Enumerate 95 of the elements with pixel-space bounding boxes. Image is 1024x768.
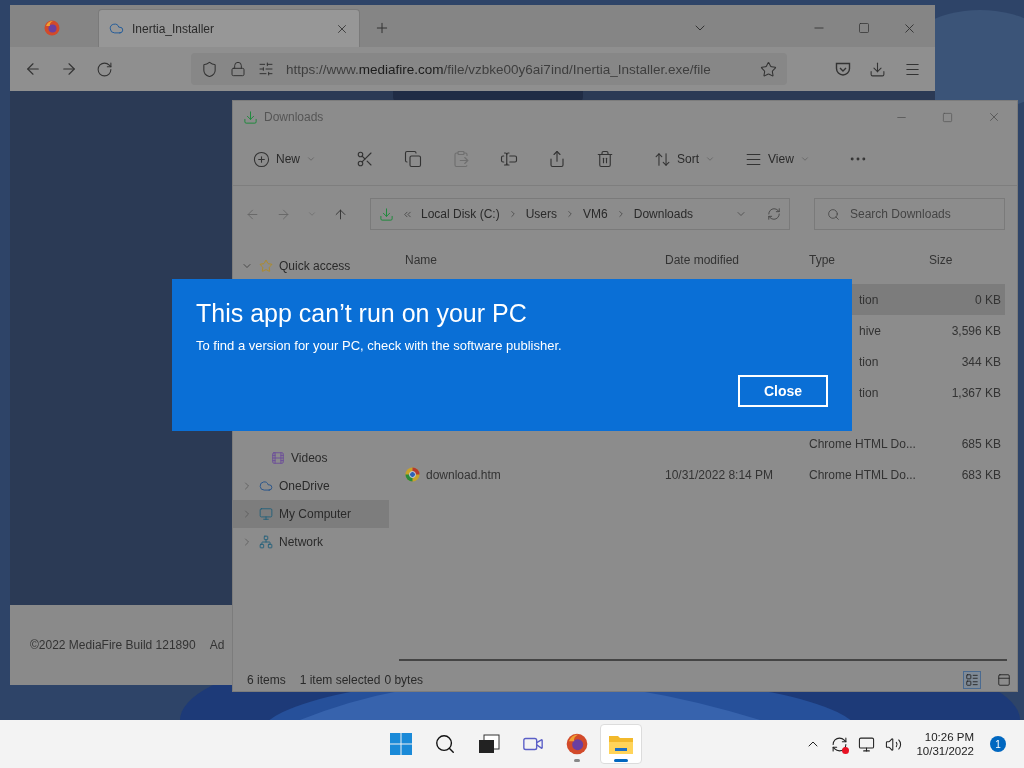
folder-icon[interactable] (609, 734, 633, 754)
breadcrumb-item[interactable]: Local Disk (C:) (421, 207, 500, 221)
back-icon[interactable] (24, 60, 42, 78)
download-icon (379, 206, 394, 222)
caret-icon (799, 154, 810, 164)
file-name: download.htm (426, 467, 501, 482)
star-icon (259, 259, 273, 273)
file-size: 685 KB (960, 436, 1001, 451)
film-icon (271, 451, 285, 465)
url-text: https://www.mediafire.com/file/vzbke00y6ai7ind/Inertia_Installer.exe/file (286, 61, 711, 77)
file-row[interactable]: Chrome HTML Do... 685 KB (389, 428, 1005, 459)
reload-icon[interactable] (96, 60, 113, 78)
file-size: 3,596 KB (950, 323, 1001, 338)
column-header[interactable]: Type (805, 253, 925, 267)
running-indicator (614, 759, 628, 762)
status-text: 1 item selected (299, 673, 381, 687)
notification-badge[interactable]: 1 (990, 736, 1006, 752)
bookmark-star-icon[interactable] (760, 60, 777, 78)
tab-title: Inertia_Installer (132, 21, 215, 36)
nav-item[interactable]: Videos (233, 444, 389, 472)
search-icon (827, 207, 840, 221)
nav-item[interactable]: Network (233, 528, 389, 556)
cloud-icon (109, 21, 124, 36)
file-type: hive (859, 323, 881, 338)
sort-button[interactable]: Sort (654, 150, 716, 168)
caret-icon (306, 154, 316, 164)
caret-icon (705, 154, 716, 164)
column-header[interactable]: Name (401, 253, 661, 267)
chrome-icon (405, 467, 420, 482)
file-type: tion (859, 354, 879, 369)
sync-icon[interactable] (831, 735, 849, 753)
file-date: 10/31/2022 8:14 PM (665, 467, 774, 482)
share-icon[interactable] (548, 150, 566, 168)
nav-item[interactable]: OneDrive (233, 472, 389, 500)
pocket-icon[interactable] (835, 61, 851, 77)
address-bar[interactable]: Local Disk (C:) Users VM6 Downloads (370, 198, 790, 230)
network-icon (259, 535, 273, 549)
nav-item[interactable]: Quick access (233, 252, 389, 280)
status-text: 6 items (247, 673, 286, 687)
windows-icon[interactable] (390, 733, 412, 755)
footer-text: ©2022 MediaFire Build 121890 (30, 638, 196, 652)
dialog-title: This app can’t run on your PC (196, 299, 528, 328)
dialog-message: To find a version for your PC, check with the software publisher. (196, 338, 563, 353)
copy-icon[interactable] (404, 150, 422, 168)
plus-circle-icon (253, 150, 270, 168)
breadcrumb-item[interactable]: Downloads (633, 207, 694, 221)
footer-text: Ad (209, 638, 225, 652)
up-icon[interactable] (333, 206, 348, 222)
search-field[interactable]: Search Downloads (814, 198, 1005, 230)
file-row[interactable]: download.htm 10/31/2022 8:14 PM Chrome HTML Do... 683 KB (389, 459, 1005, 490)
status-text: 0 bytes (384, 673, 424, 687)
column-header[interactable]: Date modified (661, 253, 805, 267)
refresh-icon[interactable] (767, 207, 781, 221)
close-icon[interactable] (987, 110, 1001, 124)
rename-icon[interactable] (500, 150, 518, 168)
nav-item[interactable]: My Computer (233, 500, 389, 528)
file-type: tion (859, 292, 879, 307)
shield-icon (201, 60, 218, 78)
search-icon[interactable] (434, 733, 456, 755)
monitor-icon[interactable] (858, 735, 876, 753)
lock-icon (230, 61, 246, 77)
file-size: 683 KB (960, 467, 1001, 482)
file-type: Chrome HTML Do... (809, 436, 916, 451)
breadcrumb-item[interactable]: Users (525, 207, 558, 221)
cut-icon[interactable] (356, 150, 374, 168)
sort-icon (654, 150, 671, 168)
close-button[interactable]: Close (738, 375, 828, 407)
file-size: 0 KB (974, 292, 1001, 307)
new-tab-icon[interactable] (374, 20, 390, 36)
tiles-view-button[interactable] (995, 671, 1013, 689)
browser-tab[interactable]: Inertia_Installer (98, 9, 360, 47)
cloud-icon (259, 479, 273, 493)
clock[interactable]: 10:26 PM 10/31/2022 (916, 731, 974, 757)
file-type: Chrome HTML Do... (809, 467, 916, 482)
task-view-icon[interactable] (478, 734, 500, 754)
running-indicator (574, 759, 580, 762)
monitor-icon (259, 507, 273, 521)
delete-icon[interactable] (596, 150, 614, 168)
column-header[interactable]: Size (925, 253, 1003, 267)
file-size: 344 KB (960, 354, 1001, 369)
permissions-icon (258, 61, 274, 77)
firefox-icon[interactable] (566, 733, 588, 755)
maximize-icon[interactable] (858, 22, 870, 34)
address-bar[interactable]: https://www.mediafire.com/file/vzbke00y6ai7ind/Inertia_Installer.exe/file (191, 53, 787, 85)
volume-icon[interactable] (885, 735, 903, 753)
breadcrumb-item[interactable]: VM6 (583, 207, 608, 221)
file-type: tion (859, 385, 879, 400)
download-icon[interactable] (869, 60, 886, 78)
details-view-button[interactable] (963, 671, 981, 689)
new-button[interactable]: New (253, 150, 316, 168)
view-button[interactable]: View (745, 150, 810, 168)
file-size: 1,367 KB (950, 385, 1001, 400)
download-icon (243, 109, 258, 125)
forward-icon[interactable] (60, 60, 78, 78)
firefox-icon[interactable] (44, 20, 60, 36)
